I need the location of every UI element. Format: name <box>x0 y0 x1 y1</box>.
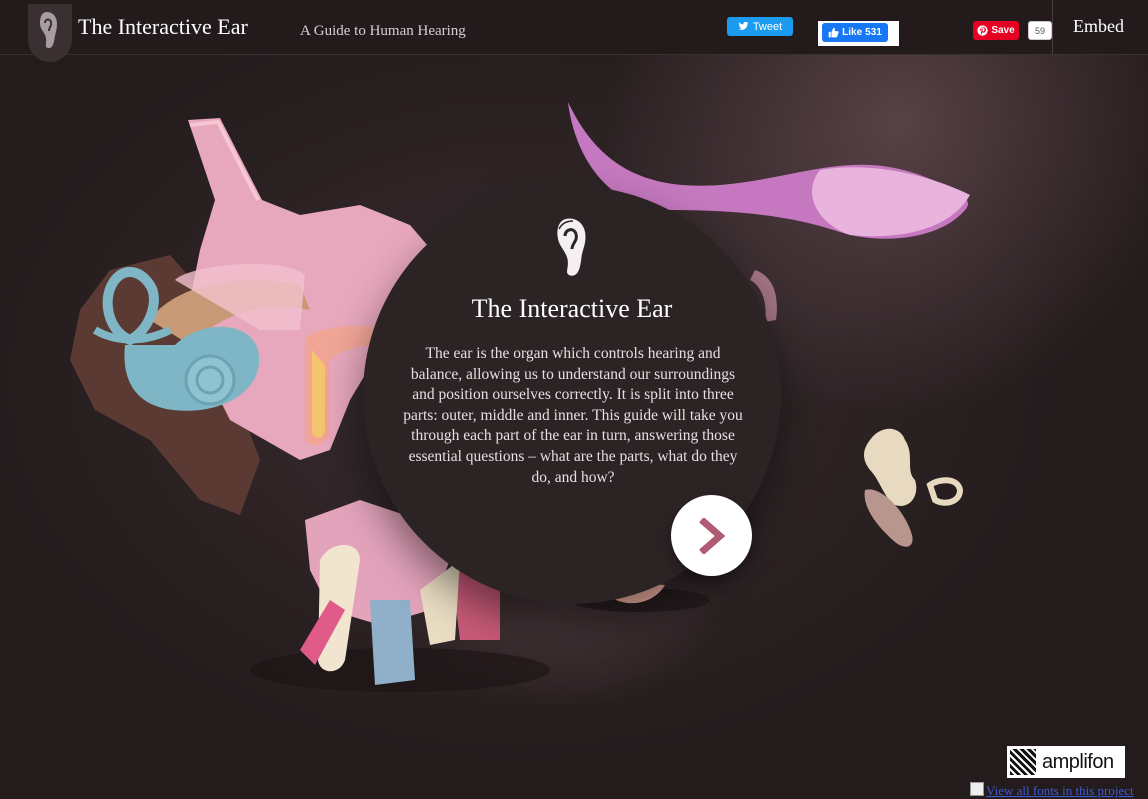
broken-image-icon <box>970 782 984 796</box>
ear-icon <box>556 217 587 277</box>
tweet-label: Tweet <box>752 20 783 33</box>
logo-badge[interactable] <box>28 4 72 62</box>
twitter-bird-icon <box>738 22 749 30</box>
chevron-right-icon <box>698 517 725 554</box>
like-label: Like <box>842 27 863 38</box>
site-subtitle: A Guide to Human Hearing <box>300 23 466 39</box>
amplifon-mark-icon <box>1010 749 1036 775</box>
pinterest-icon <box>977 25 988 36</box>
site-title[interactable]: The Interactive Ear <box>78 14 248 40</box>
facebook-like-button[interactable]: Like 531 <box>822 23 888 42</box>
facebook-like-widget: Like 531 <box>818 21 899 46</box>
amplifon-name: amplifon <box>1042 750 1114 773</box>
next-button[interactable] <box>671 495 752 576</box>
view-fonts-link[interactable]: View all fonts in this project <box>970 782 1148 799</box>
embed-divider <box>1052 0 1053 54</box>
pinterest-save-button[interactable]: Save <box>973 21 1019 40</box>
save-label: Save <box>991 25 1015 36</box>
like-count: 531 <box>865 27 882 38</box>
save-count: 59 <box>1028 21 1052 40</box>
ear-icon <box>40 12 57 49</box>
thumbs-up-icon <box>828 27 839 38</box>
embed-button[interactable]: Embed <box>1073 16 1124 37</box>
intro-title: The Interactive Ear <box>471 294 673 323</box>
eustachian-tube-shape <box>370 600 415 685</box>
tweet-button[interactable]: Tweet <box>727 17 793 36</box>
view-fonts-link-alt: View all fonts in this project <box>986 783 1134 798</box>
intro-description: The ear is the organ which controls hear… <box>403 345 743 486</box>
amplifon-logo[interactable]: amplifon <box>1007 746 1125 778</box>
